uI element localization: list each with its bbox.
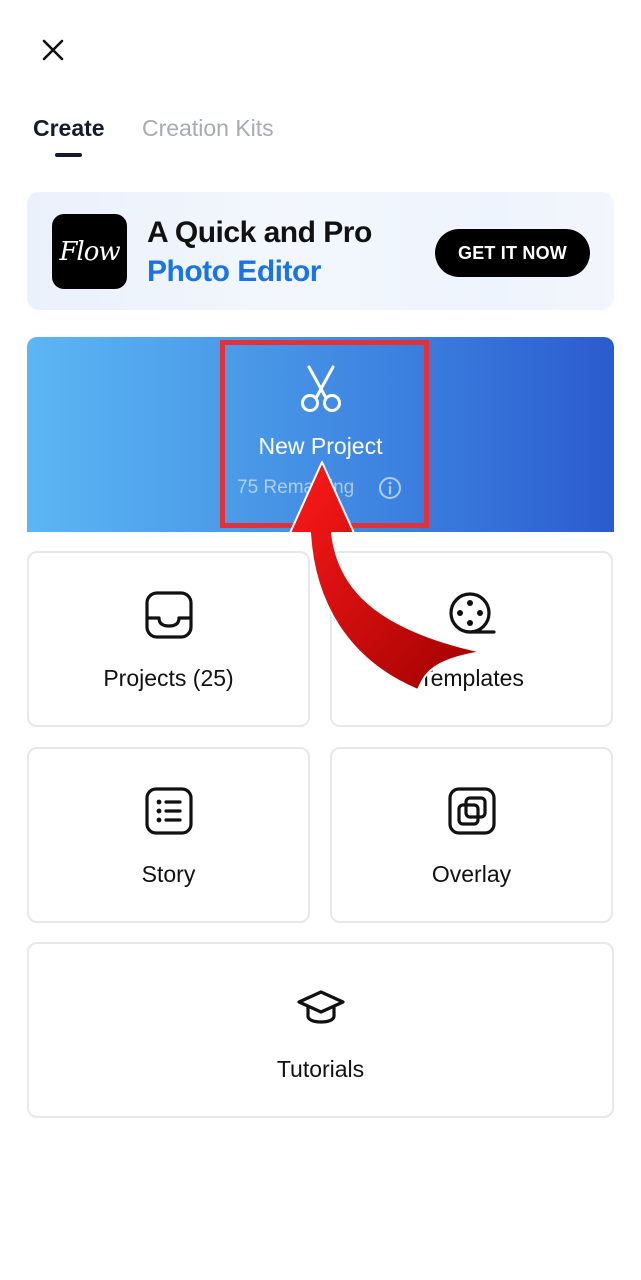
banner-title: A Quick and Pro bbox=[147, 216, 372, 249]
active-tab-indicator bbox=[55, 153, 82, 157]
banner-subtitle: Photo Editor bbox=[147, 255, 321, 288]
annotation-highlight-box bbox=[220, 340, 429, 528]
flow-app-logo: Flow bbox=[52, 214, 127, 289]
tab-creation-kits[interactable]: Creation Kits bbox=[142, 115, 274, 142]
film-reel-icon bbox=[448, 592, 496, 634]
close-icon[interactable] bbox=[36, 33, 70, 67]
story-card[interactable]: Story bbox=[27, 747, 310, 923]
graduation-cap-icon bbox=[296, 990, 345, 1024]
templates-card[interactable]: Templates bbox=[330, 551, 613, 727]
tutorials-label: Tutorials bbox=[276, 1056, 365, 1082]
tutorials-card[interactable]: Tutorials bbox=[27, 942, 614, 1118]
layers-icon bbox=[447, 787, 496, 835]
overlay-label: Overlay bbox=[431, 861, 512, 887]
tab-create[interactable]: Create bbox=[33, 115, 105, 142]
inbox-tray-icon bbox=[144, 591, 193, 639]
list-icon bbox=[144, 787, 193, 835]
templates-label: Templates bbox=[419, 665, 524, 691]
projects-card[interactable]: Projects (25) bbox=[27, 551, 310, 727]
story-label: Story bbox=[141, 861, 196, 887]
overlay-card[interactable]: Overlay bbox=[330, 747, 613, 923]
promo-banner[interactable]: Flow A Quick and Pro Photo Editor GET IT… bbox=[27, 192, 614, 310]
new-project-button[interactable]: New Project 75 Remaining bbox=[27, 337, 614, 532]
get-it-now-button[interactable]: GET IT NOW bbox=[435, 229, 590, 277]
projects-label: Projects (25) bbox=[103, 665, 234, 691]
